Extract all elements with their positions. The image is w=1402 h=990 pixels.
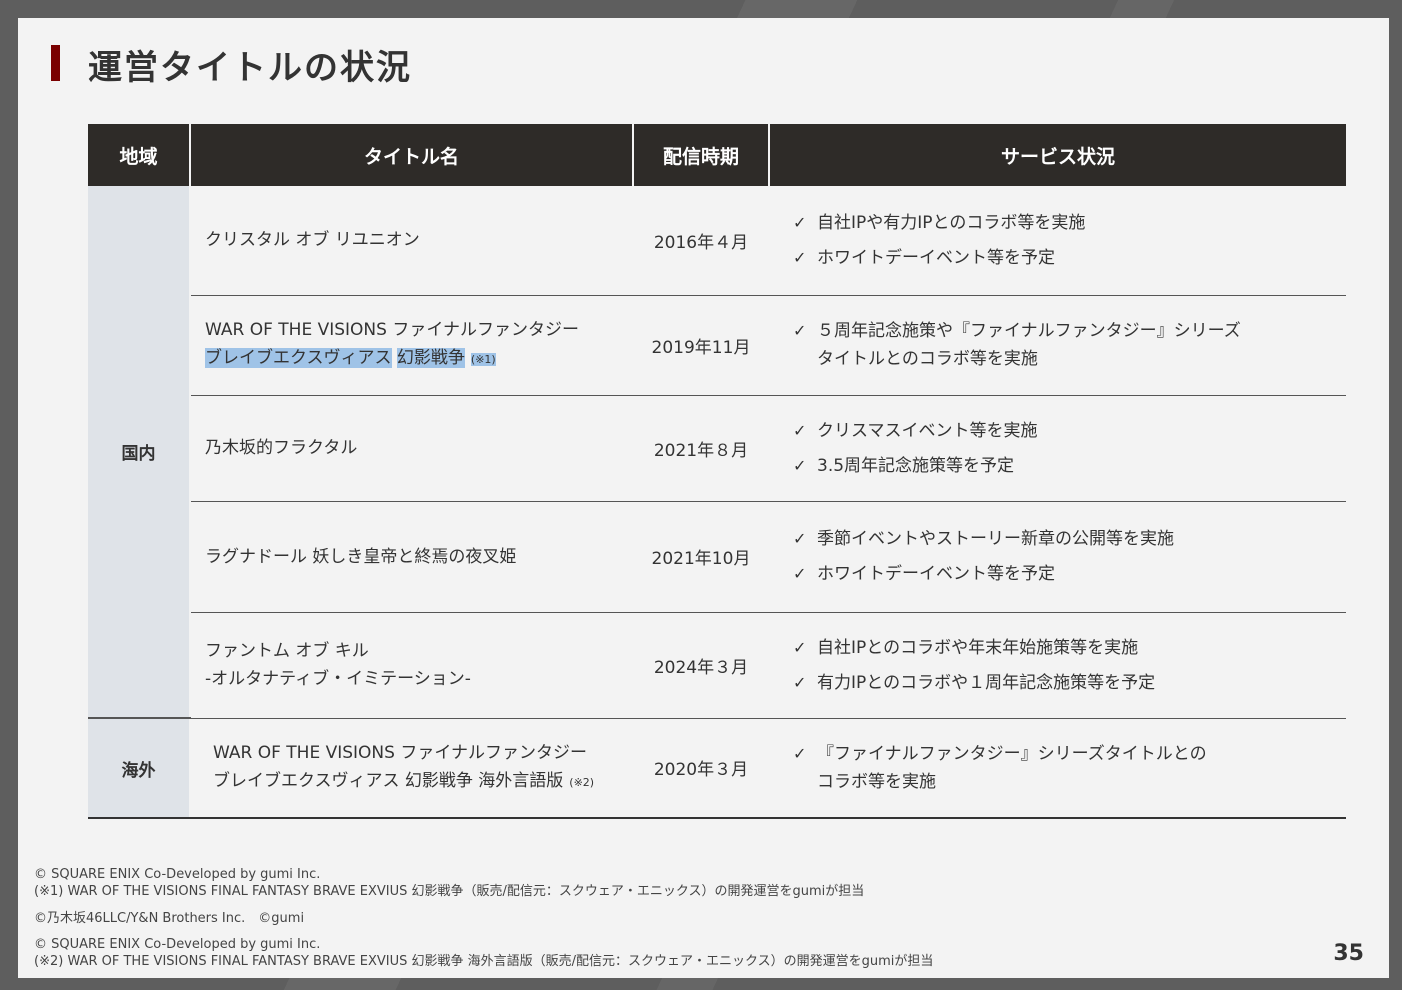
title-line-2: ブレイブエクスヴィアス 幻影戦争 海外言語版 (※2) bbox=[213, 767, 633, 797]
service-status-cell: ✓ クリスマスイベント等を実施 ✓ 3.5周年記念施策等を予定 bbox=[769, 395, 1346, 502]
title-line-2: ブレイブエクスヴィアス 幻影戦争 (※1) bbox=[205, 344, 633, 374]
checkmark-icon: ✓ bbox=[793, 455, 807, 475]
service-item: ✓ ホワイトデーイベント等を予定 bbox=[793, 560, 1346, 588]
title-cell: ラグナドール 妖しき皇帝と終焉の夜叉姫 bbox=[190, 501, 633, 613]
footer-note-2: ©乃木坂46LLC/Y&N Brothers Inc. ©gumi bbox=[34, 910, 304, 927]
table-header-row: 地域 タイトル名 配信時期 サービス状況 bbox=[88, 124, 1346, 186]
title-line-2-text: ブレイブエクスヴィアス bbox=[205, 348, 392, 368]
title-line-2: -オルタナティブ・イミテーション- bbox=[205, 665, 633, 693]
table-row: ラグナドール 妖しき皇帝と終焉の夜叉姫 2021年10月 ✓ 季節イベントやストーリー… bbox=[88, 501, 1346, 613]
footnote-ref: (※1) bbox=[470, 353, 496, 366]
service-status-cell: ✓ 『ファイナルファンタジー』シリーズタイトルとの コラボ等を実施 bbox=[769, 718, 1346, 819]
service-text: 有力IPとのコラボや１周年記念施策等を予定 bbox=[817, 672, 1156, 693]
service-text: 自社IPとのコラボや年末年始施策等を実施 bbox=[817, 637, 1139, 658]
release-date: 2021年10月 bbox=[633, 501, 769, 613]
region-domestic: 国内 bbox=[88, 186, 191, 719]
title-line: 乃木坂的フラクタル bbox=[205, 438, 358, 458]
service-item: ✓ 3.5周年記念施策等を予定 bbox=[793, 452, 1346, 480]
header-region: 地域 bbox=[88, 124, 191, 186]
service-text: 『ファイナルファンタジー』シリーズタイトルとの コラボ等を実施 bbox=[817, 743, 1207, 792]
title-cell: WAR OF THE VISIONS ファイナルファンタジー ブレイブエクスヴィア… bbox=[190, 295, 633, 396]
checkmark-icon: ✓ bbox=[793, 321, 807, 340]
checkmark-icon: ✓ bbox=[793, 212, 807, 232]
release-date: 2021年８月 bbox=[633, 395, 769, 502]
checkmark-icon: ✓ bbox=[793, 529, 807, 548]
title-line: ラグナドール 妖しき皇帝と終焉の夜叉姫 bbox=[205, 546, 517, 567]
footer-note-3: © SQUARE ENIX Co-Developed by gumi Inc. … bbox=[34, 936, 933, 970]
title-line: ファントム オブ キル bbox=[205, 641, 369, 661]
title-line-2-text: ブレイブエクスヴィアス 幻影戦争 海外言語版 bbox=[213, 770, 564, 791]
title-line: WAR OF THE VISIONS ファイナルファンタジー bbox=[205, 320, 579, 340]
page-number: 35 bbox=[1333, 941, 1364, 966]
release-date: 2024年３月 bbox=[633, 612, 769, 719]
service-status-cell: ✓ 自社IPや有力IPとのコラボ等を実施 ✓ ホワイトデーイベント等を予定 bbox=[769, 186, 1346, 296]
release-date: 2016年４月 bbox=[633, 186, 769, 296]
page-title: 運営タイトルの状況 bbox=[88, 48, 412, 88]
title-line-2-text: -オルタナティブ・イミテーション- bbox=[205, 669, 471, 689]
header-service: サービス状況 bbox=[769, 124, 1346, 186]
service-item: ✓ 有力IPとのコラボや１周年記念施策等を予定 bbox=[793, 669, 1346, 697]
footer-line: © SQUARE ENIX Co-Developed by gumi Inc. bbox=[34, 867, 321, 882]
title-cell: ファントム オブ キル -オルタナティブ・イミテーション- bbox=[190, 612, 633, 719]
checkmark-icon: ✓ bbox=[793, 564, 807, 583]
service-item: ✓ ５周年記念施策や『ファイナルファンタジー』シリーズ タイトルとのコラボ等を実施 bbox=[793, 317, 1346, 373]
title-highlight: 幻影戦争 bbox=[396, 348, 465, 368]
checkmark-icon: ✓ bbox=[793, 637, 807, 657]
table-row: ファントム オブ キル -オルタナティブ・イミテーション- 2024年３月 ✓ 自社IP… bbox=[88, 612, 1346, 719]
service-text: ホワイトデーイベント等を予定 bbox=[817, 247, 1055, 268]
checkmark-icon: ✓ bbox=[793, 420, 807, 440]
title-cell: クリスタル オブ リユニオン bbox=[190, 186, 633, 296]
service-item: ✓ 季節イベントやストーリー新章の公開等を実施 bbox=[793, 525, 1346, 553]
service-text: 自社IPや有力IPとのコラボ等を実施 bbox=[817, 212, 1086, 233]
table-row: 国内 クリスタル オブ リユニオン 2016年４月 ✓ 自社IPや有力IPとのコラボ等を… bbox=[88, 186, 1346, 719]
service-status-cell: ✓ 季節イベントやストーリー新章の公開等を実施 ✓ ホワイトデーイベント等を予定 bbox=[769, 501, 1346, 613]
release-date: 2019年11月 bbox=[633, 295, 769, 396]
title-line: クリスタル オブ リユニオン bbox=[205, 230, 420, 251]
service-text: ５周年記念施策や『ファイナルファンタジー』シリーズ タイトルとのコラボ等を実施 bbox=[817, 321, 1241, 369]
service-text: 季節イベントやストーリー新章の公開等を実施 bbox=[817, 529, 1174, 549]
release-date: 2020年３月 bbox=[633, 718, 769, 819]
service-item: ✓ クリスマスイベント等を実施 bbox=[793, 417, 1346, 445]
region-overseas: 海外 bbox=[88, 718, 191, 819]
header-date: 配信時期 bbox=[633, 124, 770, 186]
checkmark-icon: ✓ bbox=[793, 672, 807, 692]
service-text: クリスマスイベント等を実施 bbox=[817, 420, 1038, 441]
service-item: ✓ 自社IPとのコラボや年末年始施策等を実施 bbox=[793, 634, 1346, 662]
service-item: ✓ 『ファイナルファンタジー』シリーズタイトルとの コラボ等を実施 bbox=[793, 740, 1346, 796]
footer-note-1: © SQUARE ENIX Co-Developed by gumi Inc. … bbox=[34, 866, 864, 900]
service-item: ✓ 自社IPや有力IPとのコラボ等を実施 bbox=[793, 209, 1346, 237]
table-row: 海外 WAR OF THE VISIONS ファイナルファンタジー ブレイブエクスヴ… bbox=[88, 718, 1346, 819]
footer-line: © SQUARE ENIX Co-Developed by gumi Inc. bbox=[34, 937, 321, 952]
service-item: ✓ ホワイトデーイベント等を予定 bbox=[793, 244, 1346, 272]
service-status-cell: ✓ ５周年記念施策や『ファイナルファンタジー』シリーズ タイトルとのコラボ等を実施 bbox=[769, 295, 1346, 396]
title-line: WAR OF THE VISIONS ファイナルファンタジー bbox=[213, 742, 587, 763]
footnote-ref: (※2) bbox=[569, 775, 595, 789]
table-row: 乃木坂的フラクタル 2021年８月 ✓ クリスマスイベント等を実施 ✓ 3.5周年記念施策… bbox=[88, 395, 1346, 502]
title-accent-bar bbox=[51, 45, 60, 81]
header-title: タイトル名 bbox=[190, 124, 634, 186]
service-status-cell: ✓ 自社IPとのコラボや年末年始施策等を実施 ✓ 有力IPとのコラボや１周年記念施策等… bbox=[769, 612, 1346, 719]
service-text: 3.5周年記念施策等を予定 bbox=[817, 455, 1015, 476]
footer-line: (※1) WAR OF THE VISIONS FINAL FANTASY BR… bbox=[34, 884, 865, 899]
checkmark-icon: ✓ bbox=[793, 743, 807, 763]
footer-line: (※2) WAR OF THE VISIONS FINAL FANTASY BR… bbox=[34, 954, 934, 969]
table-row: WAR OF THE VISIONS ファイナルファンタジー ブレイブエクスヴィア… bbox=[88, 295, 1346, 396]
titles-table: 地域 タイトル名 配信時期 サービス状況 国内 クリスタル オブ リユニオン 201… bbox=[88, 124, 1346, 819]
checkmark-icon: ✓ bbox=[793, 247, 807, 267]
footer-line: ©乃木坂46LLC/Y&N Brothers Inc. ©gumi bbox=[34, 911, 305, 926]
title-cell: 乃木坂的フラクタル bbox=[190, 395, 633, 502]
service-text: ホワイトデーイベント等を予定 bbox=[817, 564, 1055, 584]
slide: 運営タイトルの状況 地域 タイトル名 配信時期 サービス状況 国内 クリスタル オ… bbox=[18, 18, 1389, 978]
title-cell: WAR OF THE VISIONS ファイナルファンタジー ブレイブエクスヴィア… bbox=[190, 718, 633, 819]
